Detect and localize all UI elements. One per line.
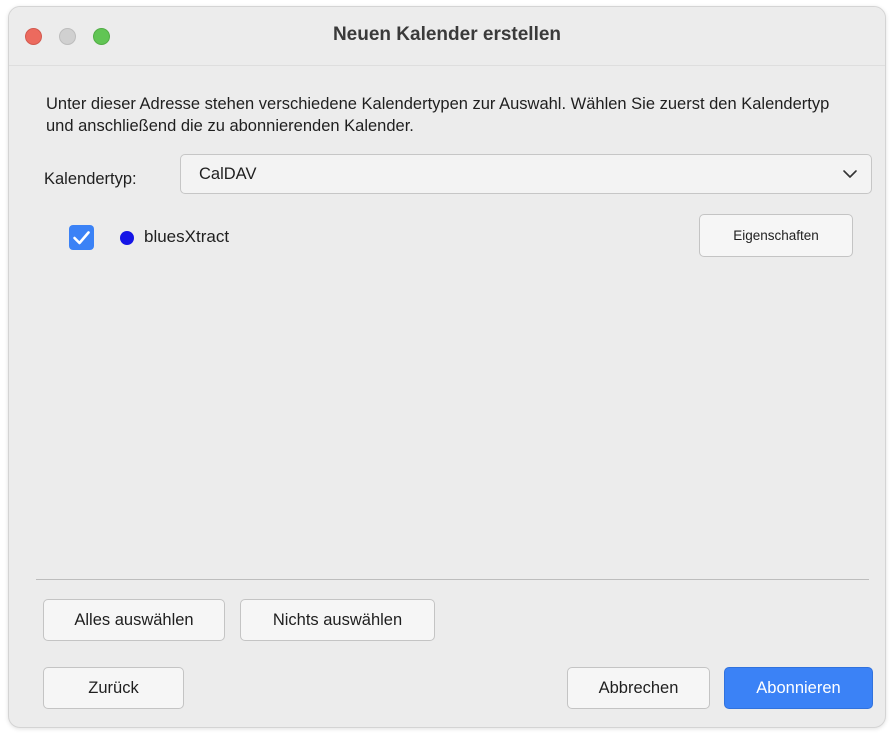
select-all-button[interactable]: Alles auswählen (43, 599, 225, 641)
dialog-description: Unter dieser Adresse stehen verschiedene… (46, 95, 830, 135)
checkmark-icon (73, 231, 90, 245)
window-title: Neuen Kalender erstellen (332, 24, 562, 45)
calendar-type-label: Kalendertyp: (44, 170, 137, 188)
calendar-type-value: CalDAV (199, 165, 257, 183)
calendar-type-select[interactable]: CalDAV (180, 154, 872, 194)
calendar-checkbox[interactable] (69, 225, 94, 250)
calendar-color-dot (120, 231, 134, 245)
title-bar[interactable]: Neuen Kalender erstellen (9, 7, 885, 66)
calendar-name: bluesXtract (144, 227, 230, 246)
separator (36, 579, 869, 580)
properties-button[interactable]: Eigenschaften (699, 214, 853, 257)
subscribe-button[interactable]: Abonnieren (724, 667, 873, 709)
dialog-window: Neuen Kalender erstellen Unter dieser Ad… (8, 6, 886, 728)
cancel-button[interactable]: Abbrechen (567, 667, 710, 709)
chevron-down-icon (843, 170, 857, 178)
back-button[interactable]: Zurück (43, 667, 184, 709)
select-none-button[interactable]: Nichts auswählen (240, 599, 435, 641)
